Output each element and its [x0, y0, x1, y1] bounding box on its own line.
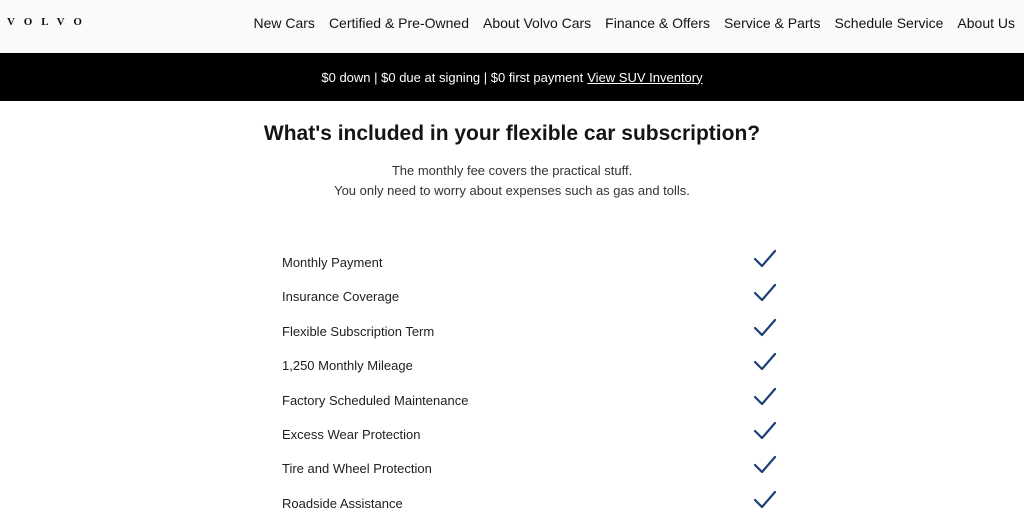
feature-row: Excess Wear Protection: [282, 417, 782, 451]
subtitle-line-1: The monthly fee covers the practical stu…: [391, 163, 633, 178]
checkmark-icon: [753, 490, 777, 508]
feature-label: Tire and Wheel Protection: [282, 461, 432, 477]
feature-label: Roadside Assistance: [282, 495, 403, 511]
feature-row: Insurance Coverage: [282, 279, 782, 313]
nav-new-cars[interactable]: New Cars: [253, 15, 314, 31]
feature-row: Flexible Subscription Term: [282, 314, 782, 348]
view-suv-inventory-link[interactable]: View SUV Inventory: [587, 70, 702, 85]
subtitle-line-2: You only need to worry about expenses su…: [334, 183, 690, 198]
promo-banner: $0 down | $0 due at signing | $0 first p…: [0, 53, 1024, 101]
promo-text: $0 down | $0 due at signing | $0 first p…: [321, 69, 584, 85]
feature-label: 1,250 Monthly Mileage: [282, 358, 413, 374]
main-nav: New Cars Certified & Pre-Owned About Vol…: [253, 15, 1015, 31]
feature-row: Monthly Payment: [282, 245, 782, 279]
checkmark-icon: [753, 249, 777, 268]
checkmark-icon: [753, 421, 777, 440]
feature-row: Factory Scheduled Maintenance: [282, 383, 782, 417]
feature-label: Monthly Payment: [282, 255, 383, 270]
checkmark-icon: [753, 456, 777, 474]
feature-row: Tire and Wheel Protection: [282, 451, 782, 485]
volvo-logo[interactable]: VOLVO: [7, 16, 91, 28]
nav-about-us[interactable]: About Us: [957, 15, 1015, 31]
nav-certified-pre-owned[interactable]: Certified & Pre-Owned: [329, 15, 469, 31]
feature-row: Roadside Assistance: [282, 486, 782, 520]
feature-label: Factory Scheduled Maintenance: [282, 392, 469, 408]
feature-row: 1,250 Monthly Mileage: [282, 348, 782, 382]
nav-about-volvo-cars[interactable]: About Volvo Cars: [483, 15, 591, 31]
top-navigation: VOLVO New Cars Certified & Pre-Owned Abo…: [0, 0, 1024, 53]
nav-schedule-service[interactable]: Schedule Service: [834, 15, 943, 31]
checkmark-icon: [753, 353, 777, 371]
feature-label: Flexible Subscription Term: [282, 323, 435, 339]
included-features-list: Monthly Payment Insurance Coverage Flexi…: [282, 245, 782, 520]
feature-label: Insurance Coverage: [282, 289, 400, 305]
nav-service-parts[interactable]: Service & Parts: [724, 15, 820, 31]
checkmark-icon: [753, 387, 777, 405]
feature-label: Excess Wear Protection: [282, 426, 421, 442]
checkmark-icon: [753, 318, 777, 336]
checkmark-icon: [753, 284, 777, 302]
nav-finance-offers[interactable]: Finance & Offers: [605, 15, 710, 31]
page-title: What's included in your flexible car sub…: [263, 122, 761, 145]
